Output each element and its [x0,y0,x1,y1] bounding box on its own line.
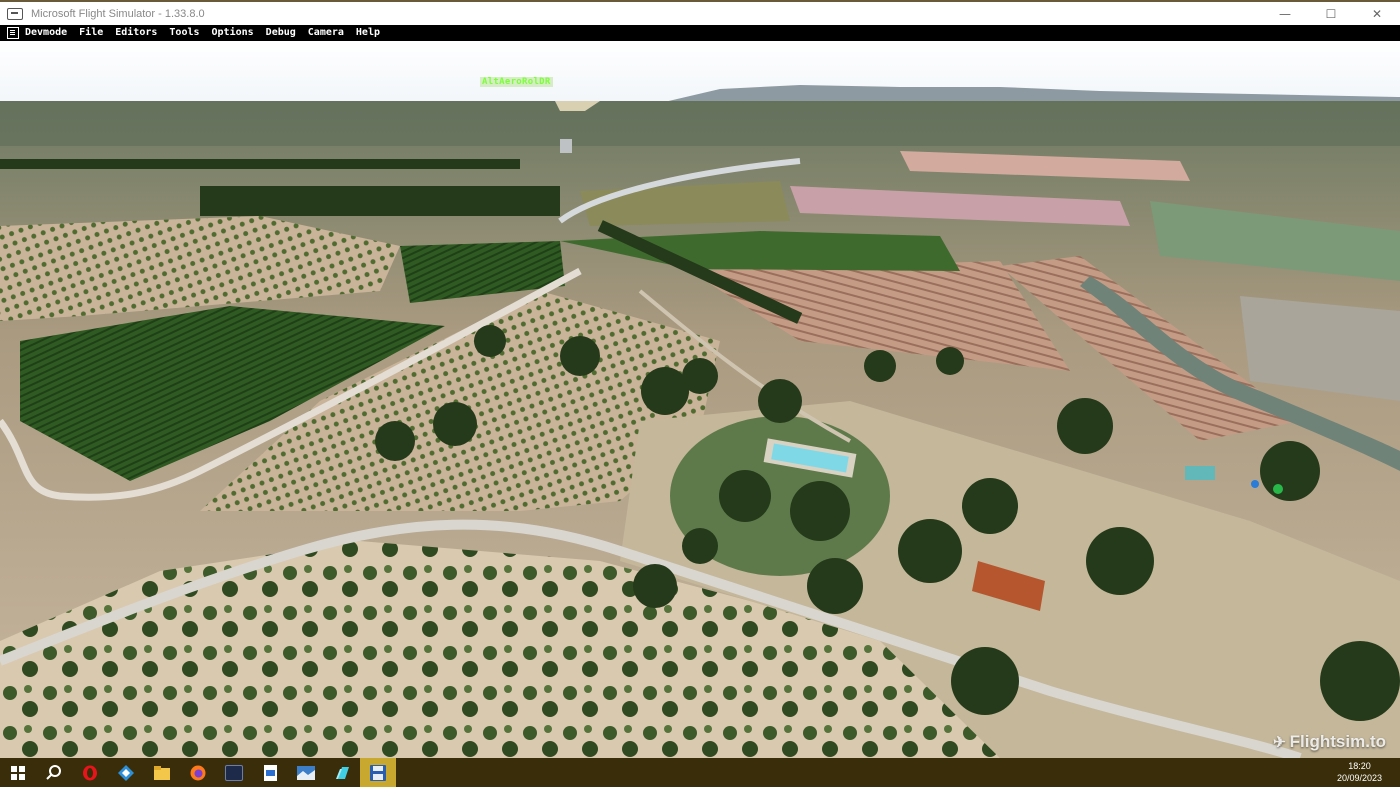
watermark: ✈ Flightsim.to [1273,732,1386,752]
window-titlebar[interactable]: Microsoft Flight Simulator - 1.33.8.0 — … [0,0,1400,25]
maximize-button[interactable]: ☐ [1308,2,1354,25]
menu-devmode[interactable]: Devmode [25,25,67,41]
app-blue-icon [118,764,134,781]
menu-options[interactable]: Options [212,25,254,41]
taskbar-document[interactable] [252,758,288,787]
window-title: Microsoft Flight Simulator - 1.33.8.0 [31,7,205,20]
watermark-text: Flightsim.to [1289,732,1386,751]
firefox-icon [190,765,206,780]
taskbar-file-explorer[interactable] [144,758,180,787]
document-icon [263,764,277,781]
taskbar: 18:20 20/09/2023 [0,758,1400,787]
close-button[interactable]: ✕ [1354,2,1400,25]
menu-camera[interactable]: Camera [308,25,344,41]
taskbar-opera[interactable] [72,758,108,787]
taskbar-photos[interactable] [288,758,324,787]
taskbar-app-cyan[interactable] [324,758,360,787]
menu-help[interactable]: Help [356,25,380,41]
app-icon [7,7,23,20]
opera-icon [83,765,97,780]
start-button[interactable] [0,758,36,787]
taskbar-flight-simulator[interactable] [360,758,396,787]
search-icon [46,764,61,780]
windows-icon [11,765,25,780]
search-button[interactable] [36,758,72,787]
minimize-button[interactable]: — [1262,2,1308,25]
menu-editors[interactable]: Editors [115,25,157,41]
taskbar-firefox[interactable] [180,758,216,787]
simulator-viewport[interactable]: AltAeroRolDR ✈ Flightsim.to [0,41,1400,758]
aerial-landscape [0,41,1400,758]
menu-tools[interactable]: Tools [169,25,199,41]
devmode-icon[interactable] [7,27,19,39]
folder-icon [154,765,170,780]
taskbar-app-dark[interactable] [216,758,252,787]
window-controls: — ☐ ✕ [1262,2,1400,25]
menu-debug[interactable]: Debug [266,25,296,41]
system-clock[interactable]: 18:20 20/09/2023 [1337,760,1382,784]
clock-time: 18:20 [1348,761,1371,771]
plane-icon: ✈ [1273,734,1286,751]
clock-date: 20/09/2023 [1336,773,1382,783]
taskbar-app-blue[interactable] [108,758,144,787]
app-cyan-icon [336,766,349,779]
photos-icon [297,765,315,780]
dev-menubar: Devmode File Editors Tools Options Debug… [0,25,1400,41]
app-dark-icon [225,764,243,781]
hud-debug-text: AltAeroRolDR [480,77,553,87]
floppy-disk-icon [370,764,386,781]
menu-file[interactable]: File [79,25,103,41]
